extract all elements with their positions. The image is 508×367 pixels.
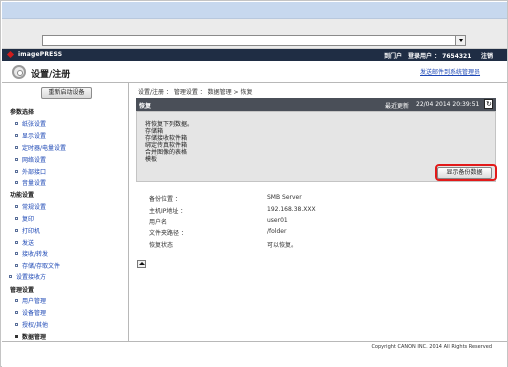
sidebar-item-device-management[interactable]: 设备管理 [15,308,46,317]
sidebar-item-send[interactable]: 发送 [15,238,34,247]
sidebar-item-network[interactable]: 网络设置 [15,155,46,164]
page-header: 设置/注册 发送邮件到系统管理员 [2,61,507,83]
bullet-icon [15,217,18,220]
sidebar-item-store-access[interactable]: 存储/存取文件 [15,261,60,270]
footer-divider [2,341,507,342]
sidebar: 重新启动设备 参数选择 纸张设置 显示设置 定时器/电量设置 网络设置 外部接口… [2,83,129,341]
sidebar-item-timer[interactable]: 定时器/电量设置 [15,143,66,152]
bullet-icon [15,299,18,302]
sidebar-category-preferences: 参数选择 [10,109,35,116]
bullet-icon [15,181,18,184]
bullet-icon [15,252,18,255]
sidebar-item-interface[interactable]: 外部接口 [15,167,46,176]
page-title: 设置/注册 [31,70,71,80]
sidebar-item-copy[interactable]: 复印 [15,214,34,223]
restart-device-button[interactable]: 重新启动设备 [41,87,92,99]
info-value-location: SMB Server [267,194,302,201]
bullet-icon [15,241,18,244]
restore-panel-header: 恢复 最近更新 22/04 2014 20:39:51 [136,98,496,111]
sidebar-category-functions: 功能设置 [10,192,35,199]
sidebar-item-display[interactable]: 显示设置 [15,131,46,140]
bullet-icon [15,335,18,338]
bullet-icon [15,158,18,161]
sidebar-item-license[interactable]: 授权/其他 [15,320,48,329]
info-value-restore-status: 可以恢复。 [267,242,298,249]
bullet-icon [15,229,18,232]
bullet-icon [15,264,18,267]
bullet-icon [15,122,18,125]
info-label-location: 备份位置 ： [149,196,181,203]
logout-link[interactable]: 注销 [481,51,493,60]
sidebar-item-user-management[interactable]: 用户管理 [15,296,46,305]
scroll-to-top-icon[interactable] [137,260,146,268]
sidebar-item-receive-forward[interactable]: 接收/转发 [15,249,48,258]
button-highlight-frame [435,164,497,181]
panel-line: 模板 [145,156,158,163]
sidebar-category-management: 管理设置 [10,287,35,294]
refresh-icon[interactable] [484,99,493,109]
sidebar-item-destinations[interactable]: 设置接收方 [9,272,46,281]
sidebar-item-volume[interactable]: 音量设置 [15,178,46,187]
copyright: Copyright CANON INC. 2014 All Rights Res… [371,344,492,350]
brand-bar: imagePRESS 到门户 登录用户 ： 7654321 注销 [2,49,507,61]
update-label: 最近更新 [385,103,410,110]
bullet-icon [15,205,18,208]
sidebar-item-data-management[interactable]: 数据管理 [15,332,46,341]
sidebar-item-paper[interactable]: 纸张设置 [15,119,46,128]
mail-admin-link[interactable]: 发送邮件到系统管理员 [420,67,480,76]
address-bar[interactable] [42,35,466,46]
bullet-icon [15,323,18,326]
login-user: 登录用户 ： 7654321 [408,53,472,60]
info-label-host-ip: 主机IP地址 ： [149,208,187,215]
bullet-icon [15,311,18,314]
bullet-icon [15,170,18,173]
bullet-icon [9,275,12,278]
canon-logo-icon [6,50,15,59]
update-time: 22/04 2014 20:39:51 [416,101,480,108]
info-label-folder-path: 文件夹路径 ： [149,230,187,237]
sidebar-item-common[interactable]: 常规设置 [15,202,46,211]
info-value-username: user01 [267,217,288,224]
browser-toolbar [2,19,507,49]
portal-link[interactable]: 到门户 [384,51,402,60]
bullet-icon [15,134,18,137]
panel-title: 恢复 [139,103,152,110]
settings-gear-icon [12,65,26,79]
info-value-host-ip: 192.168.38.XXX [267,206,316,213]
bullet-icon [15,146,18,149]
sidebar-item-printer[interactable]: 打印机 [15,226,40,235]
info-label-restore-status: 恢复状态 [149,242,174,249]
product-name: imagePRESS [18,51,63,58]
address-dropdown-icon[interactable] [455,36,465,45]
browser-window: imagePRESS 到门户 登录用户 ： 7654321 注销 设置/注册 发… [0,0,508,367]
info-label-username: 用户名 [149,219,168,226]
status-bar [2,353,507,367]
breadcrumb: 设置/注册 ： 管理设置 ： 数据管理 > 恢复 [138,89,253,96]
browser-title-bar [2,2,507,19]
info-value-folder-path: /folder [267,228,287,235]
